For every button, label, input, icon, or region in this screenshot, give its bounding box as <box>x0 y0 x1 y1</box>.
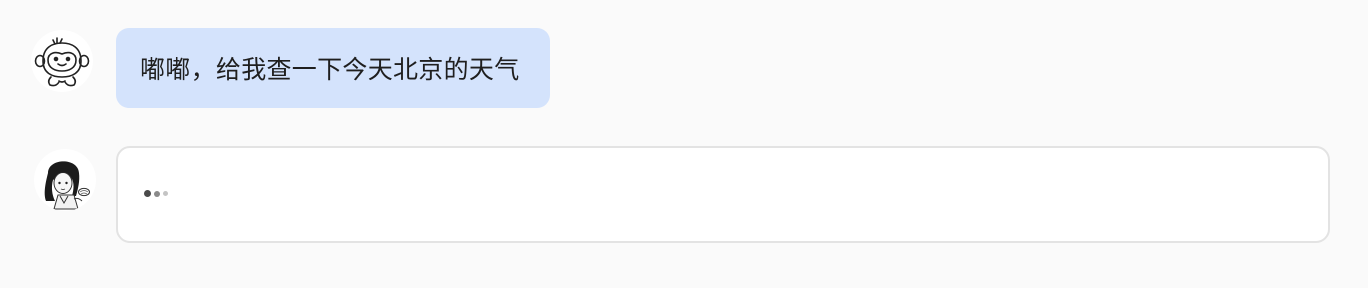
typing-dot <box>163 191 168 196</box>
assistant-message-bubble[interactable] <box>116 146 1330 243</box>
girl-portrait-icon <box>44 161 90 210</box>
user-avatar[interactable] <box>31 30 93 92</box>
typing-dots-icon <box>144 190 168 197</box>
chat-conversation: 嘟嘟，给我查一下今天北京的天气 <box>0 0 1368 288</box>
user-message-bubble[interactable]: 嘟嘟，给我查一下今天北京的天气 <box>116 28 550 108</box>
typing-dot <box>154 190 160 197</box>
assistant-avatar[interactable] <box>34 149 96 211</box>
user-message-text: 嘟嘟，给我查一下今天北京的天气 <box>140 55 520 84</box>
monkey-icon <box>34 37 90 87</box>
typing-dot <box>144 190 151 197</box>
